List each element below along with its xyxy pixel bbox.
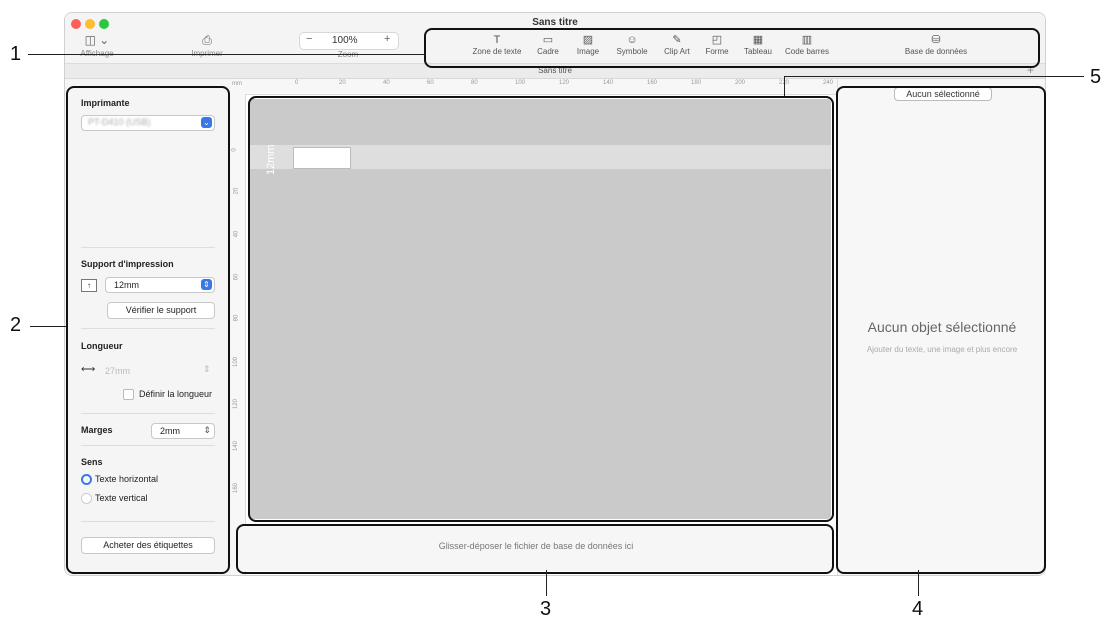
highlight-inspector	[836, 86, 1046, 574]
callout-2: 2	[10, 314, 22, 336]
zoom-value: 100%	[332, 35, 358, 46]
callout-line-1	[28, 54, 426, 55]
highlight-sidebar	[66, 86, 230, 574]
ruler-tick: 100	[233, 356, 240, 368]
ruler-tick: 0	[295, 80, 299, 86]
zoom-out-button[interactable]: −	[306, 33, 312, 45]
ruler-tick: 160	[233, 482, 240, 494]
highlight-canvas	[248, 96, 834, 522]
highlight-toolbar	[424, 28, 1040, 68]
ruler-tick: 60	[233, 273, 240, 281]
ruler-tick: 80	[233, 314, 240, 322]
ruler-tick: 100	[515, 80, 526, 86]
zoom-in-button[interactable]: +	[384, 33, 390, 45]
ruler-tick: 240	[823, 80, 834, 86]
window-title: Sans titre	[532, 17, 578, 28]
print-icon[interactable]: ⎙	[177, 33, 237, 48]
callout-line-5-tick	[784, 76, 785, 96]
ruler-tick: 80	[471, 80, 478, 86]
callout-3: 3	[540, 598, 552, 620]
highlight-dropzone	[236, 524, 834, 574]
callout-line-4	[918, 570, 919, 596]
callout-1: 1	[10, 43, 22, 65]
ruler-tick: 20	[233, 187, 240, 195]
ruler-tick: 140	[233, 440, 240, 452]
callout-line-2	[30, 326, 66, 327]
ruler-tick: 160	[647, 80, 658, 86]
ruler-tick: 200	[735, 80, 746, 86]
ruler-tick: 40	[233, 230, 240, 238]
callout-line-3	[546, 570, 547, 596]
ruler-tick: 120	[233, 398, 240, 410]
callout-line-5	[784, 76, 1084, 77]
ruler-unit: mm	[232, 81, 242, 87]
ruler-tick: 60	[427, 80, 434, 86]
sidebar-toggle-icon[interactable]: ◫ ⌄	[67, 33, 127, 47]
zoom-control: − 100% +	[299, 32, 399, 50]
horizontal-ruler: 0 20 40 60 80 100 120 140 160 180 200 22…	[245, 79, 837, 95]
ruler-tick: 120	[559, 80, 570, 86]
ruler-tick: 180	[691, 80, 702, 86]
callout-4: 4	[912, 598, 924, 620]
ruler-tick: 40	[383, 80, 390, 86]
ruler-tick: 0	[231, 148, 238, 152]
ruler-tick: 140	[603, 80, 614, 86]
vertical-ruler: mm 0 20 40 60 80 100 120 140 160	[231, 79, 246, 575]
callout-5: 5	[1090, 66, 1102, 88]
ruler-tick: 20	[339, 80, 346, 86]
